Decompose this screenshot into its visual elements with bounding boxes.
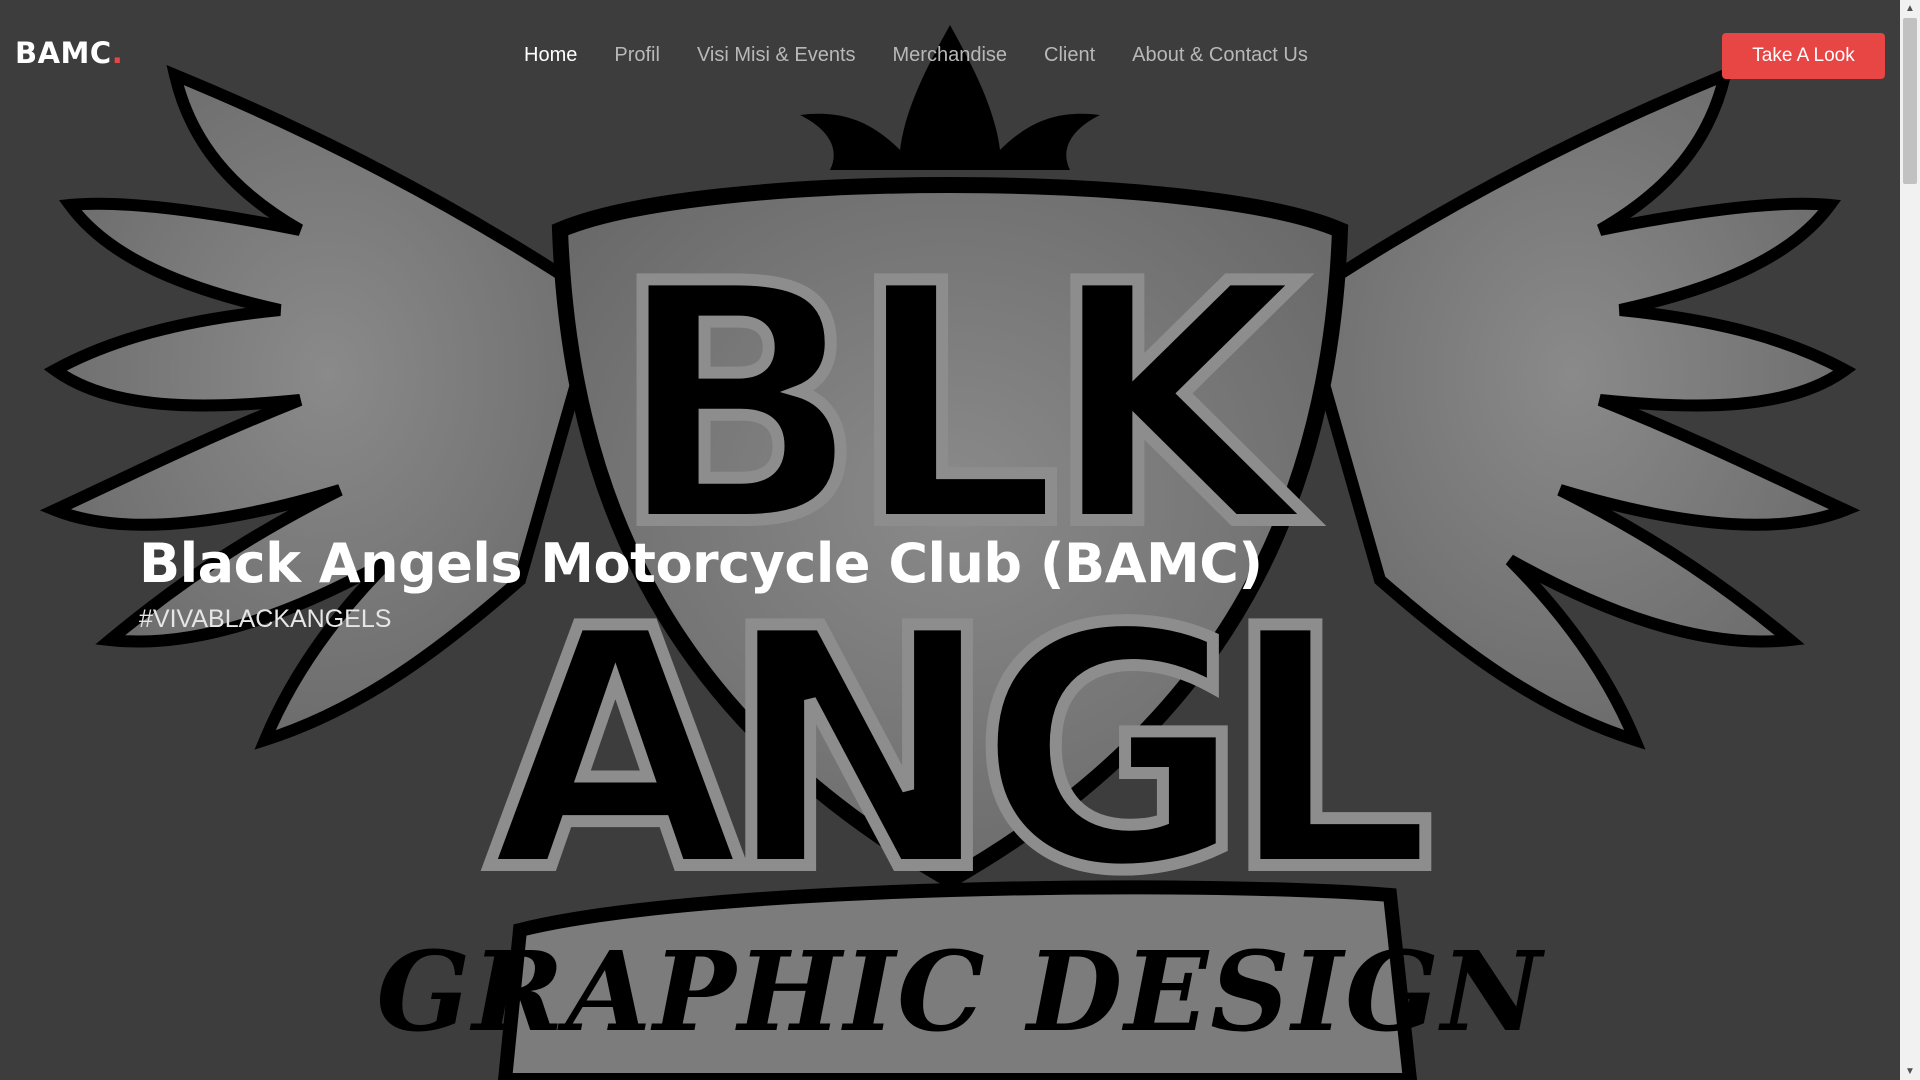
hero-title: Black Angels Motorcycle Club (BAMC) <box>139 532 1263 595</box>
hero-text: Black Angels Motorcycle Club (BAMC) #VIV… <box>139 532 1263 634</box>
nav-menu: Home Profil Visi Misi & Events Merchandi… <box>524 44 1345 67</box>
scroll-down-arrow-icon[interactable]: ▼ <box>1900 1063 1920 1080</box>
brand-logo[interactable]: BAMC. <box>15 36 123 70</box>
brand-dot: . <box>111 36 124 70</box>
scroll-thumb[interactable] <box>1903 18 1917 184</box>
hero-subtitle: #VIVABLACKANGELS <box>139 605 392 633</box>
nav-item-visi-misi-events[interactable]: Visi Misi & Events <box>697 44 856 67</box>
navbar: BAMC. Home Profil Visi Misi & Events Mer… <box>0 0 1900 112</box>
nav-item-merchandise[interactable]: Merchandise <box>893 44 1008 67</box>
nav-item-profil[interactable]: Profil <box>614 44 660 67</box>
nav-item-home[interactable]: Home <box>524 44 577 67</box>
scroll-up-arrow-icon[interactable]: ▲ <box>1900 0 1920 17</box>
take-a-look-button[interactable]: Take A Look <box>1722 33 1885 79</box>
brand-name: BAMC <box>15 36 112 70</box>
vertical-scrollbar[interactable]: ▲ ▼ <box>1900 0 1920 1080</box>
svg-text:GRAPHIC DESIGN: GRAPHIC DESIGN <box>376 927 1545 1056</box>
nav-item-about-contact[interactable]: About & Contact Us <box>1132 44 1308 67</box>
nav-item-client[interactable]: Client <box>1044 44 1095 67</box>
